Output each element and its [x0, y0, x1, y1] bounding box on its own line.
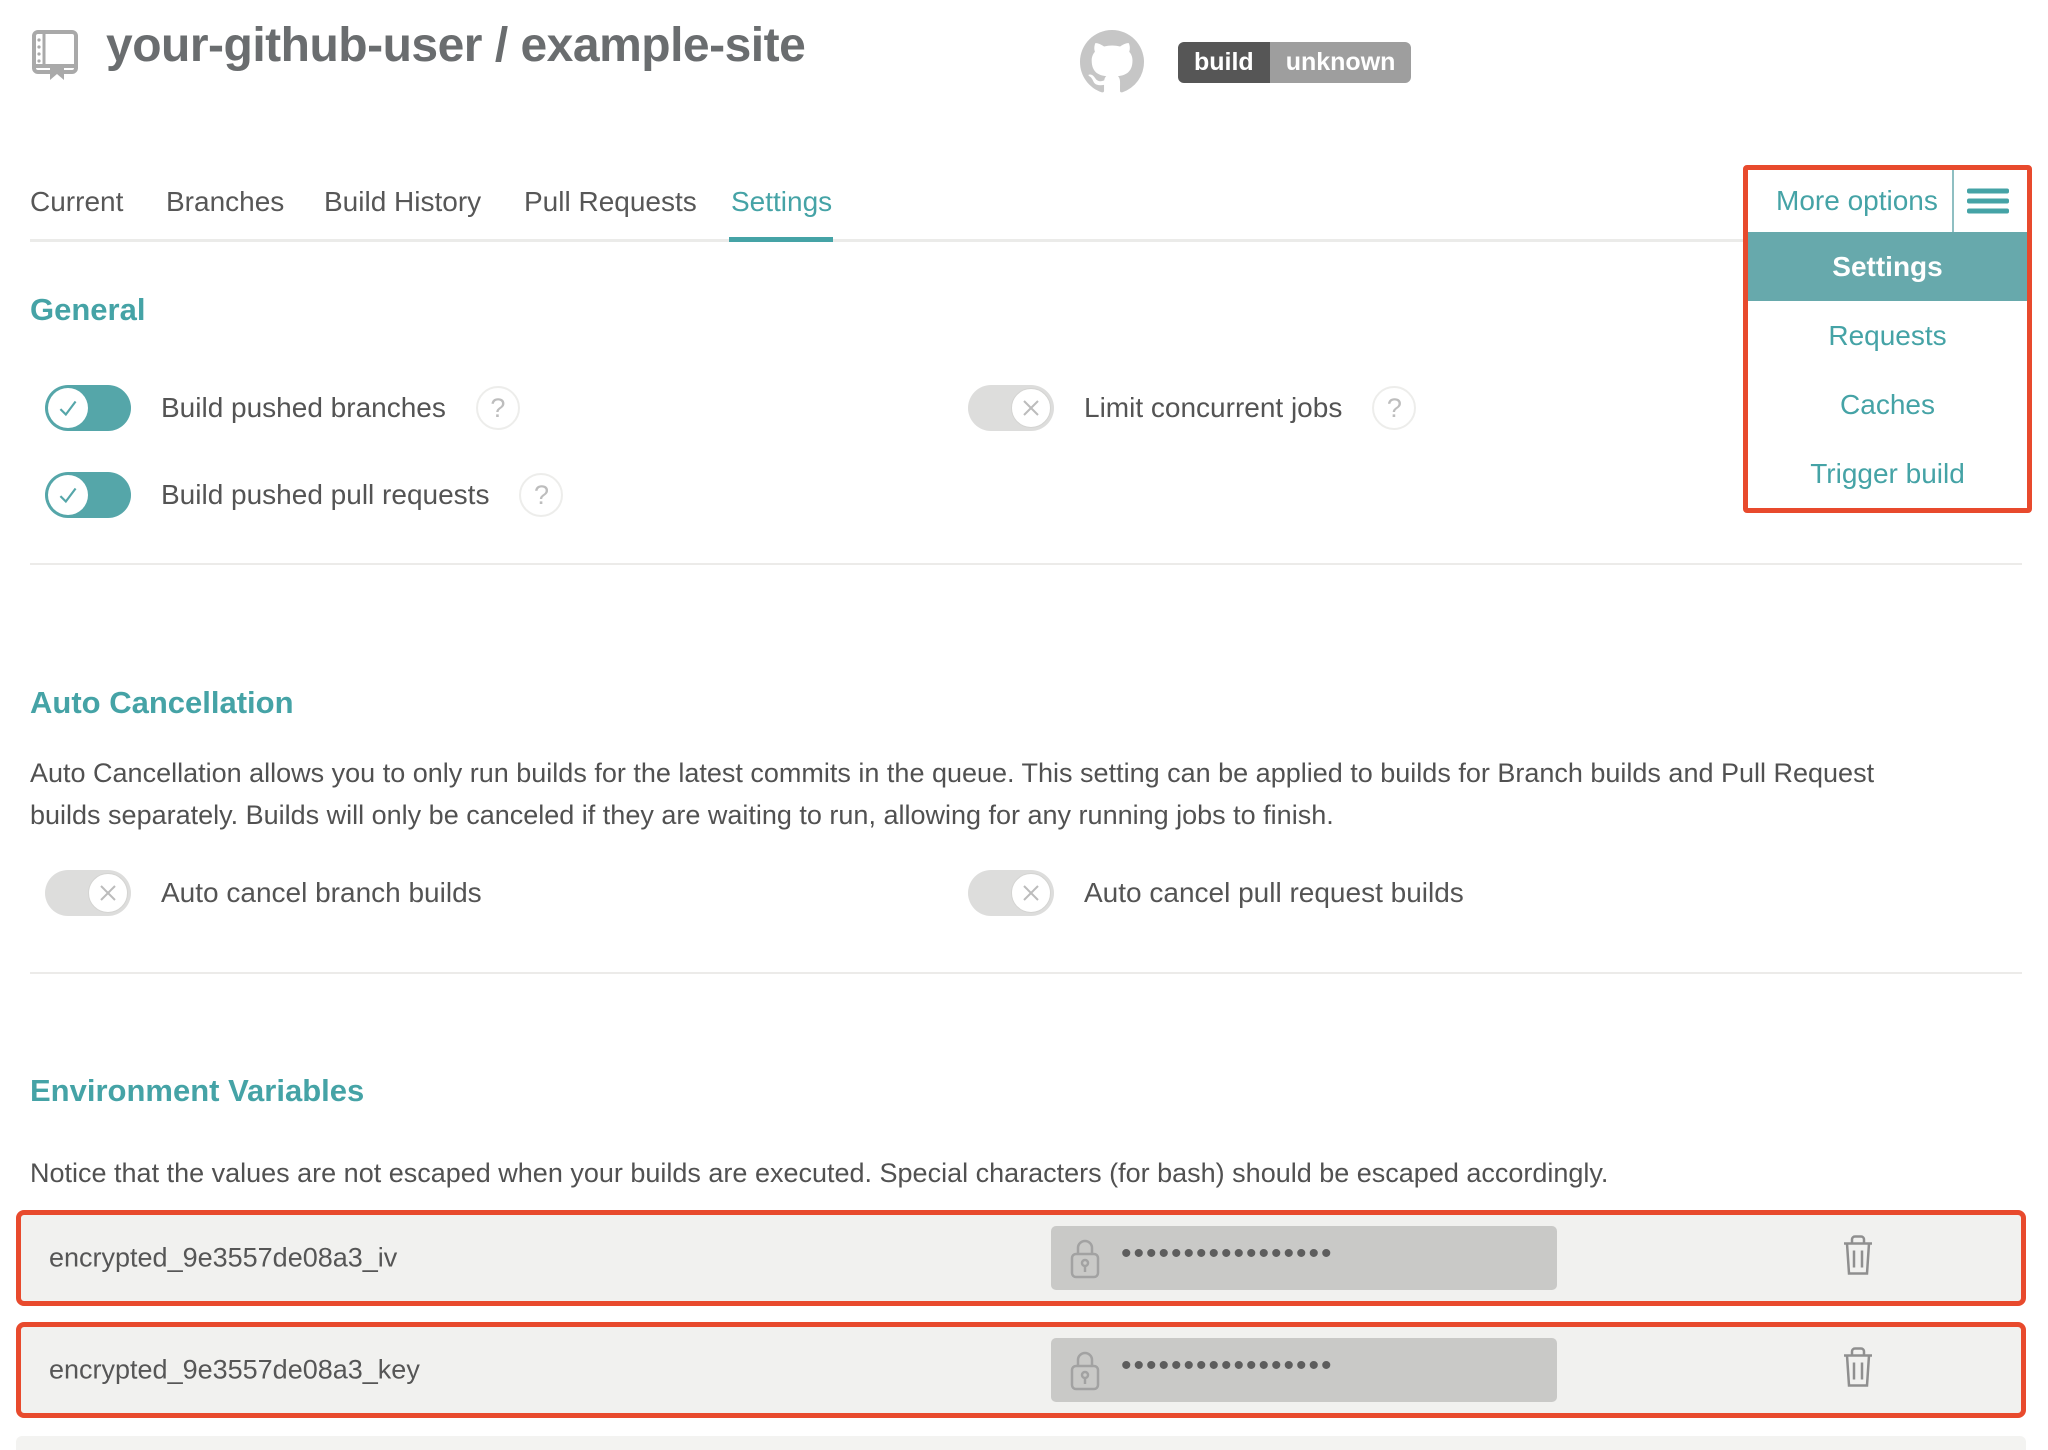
auto-cancellation-heading: Auto Cancellation [30, 685, 294, 721]
hamburger-menu-icon[interactable] [1967, 189, 2009, 214]
tab-settings[interactable]: Settings [731, 186, 832, 218]
toggle-knob-x-icon [1011, 388, 1051, 428]
badge-status-label: unknown [1270, 42, 1412, 83]
header-divider [1952, 170, 1954, 232]
setting-limit-concurrent-jobs: Limit concurrent jobs ? [968, 385, 1416, 431]
auto-cancellation-description: Auto Cancellation allows you to only run… [30, 752, 1930, 836]
lock-icon [1067, 1347, 1103, 1393]
env-variable-row-partial [16, 1436, 2026, 1450]
menu-item-caches[interactable]: Caches [1748, 370, 2027, 439]
general-heading: General [30, 292, 145, 328]
more-options-label: More options [1776, 185, 1938, 217]
tab-current[interactable]: Current [30, 186, 123, 218]
setting-auto-cancel-pull-request-builds: Auto cancel pull request builds [968, 870, 1464, 916]
menu-item-requests[interactable]: Requests [1748, 301, 2027, 370]
toggle-knob-x-icon [1011, 873, 1051, 913]
setting-label: Auto cancel pull request builds [1084, 877, 1464, 909]
delete-variable-button[interactable] [1841, 1235, 1875, 1282]
active-tab-underline [729, 237, 833, 242]
toggle-knob-check-icon [48, 475, 88, 515]
toggle-knob-x-icon [88, 873, 128, 913]
help-icon[interactable]: ? [519, 473, 563, 517]
tab-branches[interactable]: Branches [166, 186, 284, 218]
more-options-dropdown: More options Settings Requests Caches Tr… [1743, 165, 2032, 513]
env-variable-masked-value: ••••••••••••••••• [1051, 1338, 1557, 1402]
delete-variable-button[interactable] [1841, 1347, 1875, 1394]
repository-book-icon [26, 26, 84, 89]
setting-label: Build pushed branches [161, 392, 446, 424]
tab-build-history[interactable]: Build History [324, 186, 481, 218]
toggle-auto-cancel-pull-request-builds[interactable] [968, 870, 1054, 916]
environment-variables-heading: Environment Variables [30, 1073, 364, 1109]
setting-label: Auto cancel branch builds [161, 877, 482, 909]
tab-pull-requests[interactable]: Pull Requests [524, 186, 697, 218]
lock-icon [1067, 1235, 1103, 1281]
toggle-auto-cancel-branch-builds[interactable] [45, 870, 131, 916]
menu-item-settings[interactable]: Settings [1748, 232, 2027, 301]
github-icon [1080, 30, 1144, 99]
env-variable-name: encrypted_9e3557de08a3_iv [49, 1243, 397, 1274]
toggle-build-pushed-branches[interactable] [45, 385, 131, 431]
toggle-build-pushed-pull-requests[interactable] [45, 472, 131, 518]
page-title: your-github-user / example-site [106, 18, 805, 73]
section-divider [30, 972, 2022, 974]
toggle-limit-concurrent-jobs[interactable] [968, 385, 1054, 431]
masked-value-dots: ••••••••••••••••• [1121, 1349, 1334, 1383]
section-divider [30, 563, 2022, 565]
trash-icon [1841, 1235, 1875, 1277]
trash-icon [1841, 1347, 1875, 1389]
help-icon[interactable]: ? [476, 386, 520, 430]
toggle-knob-check-icon [48, 388, 88, 428]
tabs-underline [30, 239, 2022, 242]
setting-build-pushed-branches: Build pushed branches ? [45, 385, 520, 431]
menu-item-trigger-build[interactable]: Trigger build [1748, 439, 2027, 508]
masked-value-dots: ••••••••••••••••• [1121, 1237, 1334, 1271]
env-variable-row: encrypted_9e3557de08a3_iv ••••••••••••••… [16, 1210, 2026, 1306]
travis-settings-page: your-github-user / example-site build un… [0, 0, 2048, 1450]
badge-build-label: build [1178, 42, 1270, 83]
env-variable-name: encrypted_9e3557de08a3_key [49, 1355, 420, 1386]
help-icon[interactable]: ? [1372, 386, 1416, 430]
setting-label: Limit concurrent jobs [1084, 392, 1342, 424]
build-status-badge: build unknown [1178, 42, 1411, 83]
setting-auto-cancel-branch-builds: Auto cancel branch builds [45, 870, 482, 916]
env-variable-row: encrypted_9e3557de08a3_key •••••••••••••… [16, 1322, 2026, 1418]
setting-label: Build pushed pull requests [161, 479, 489, 511]
more-options-header[interactable]: More options [1748, 170, 2027, 232]
environment-variables-notice: Notice that the values are not escaped w… [30, 1152, 1990, 1194]
env-variable-masked-value: ••••••••••••••••• [1051, 1226, 1557, 1290]
setting-build-pushed-pull-requests: Build pushed pull requests ? [45, 472, 563, 518]
